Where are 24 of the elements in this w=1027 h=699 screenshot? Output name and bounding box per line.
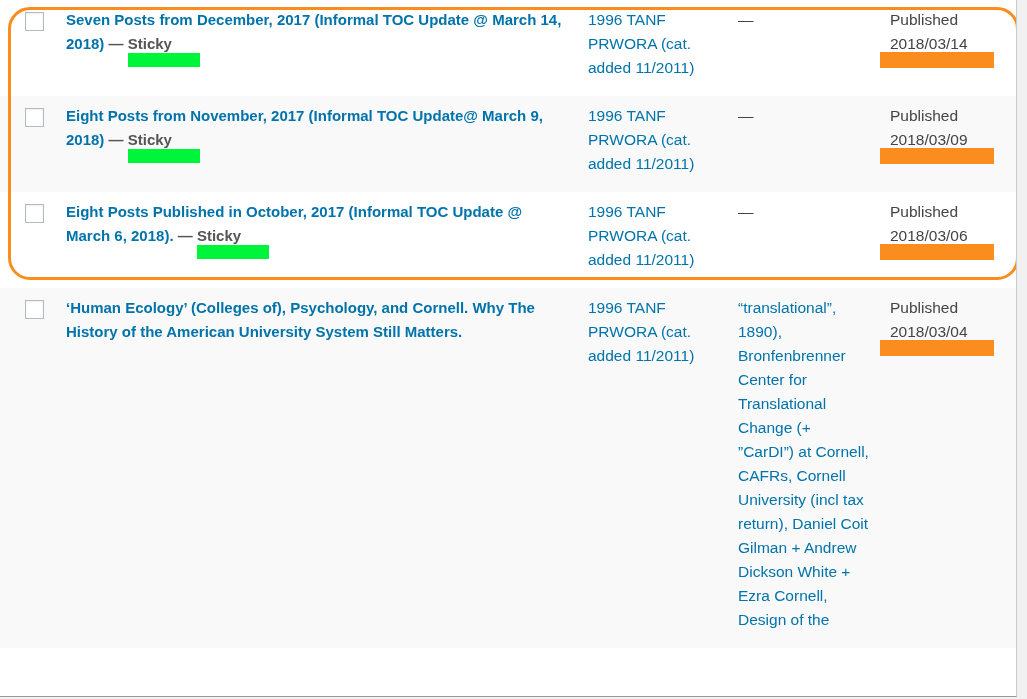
post-date: 2018/03/04	[890, 322, 969, 342]
post-status: Published	[890, 10, 960, 30]
post-date: 2018/03/09	[890, 130, 969, 150]
tags-text: —	[738, 10, 755, 30]
post-status: Published	[890, 202, 960, 222]
category-link[interactable]: 1996 TANF PRWORA (cat. added 11/2011)	[588, 8, 718, 80]
category-link[interactable]: 1996 TANF PRWORA (cat. added 11/2011)	[588, 104, 718, 176]
row-checkbox[interactable]	[25, 300, 44, 319]
tag-links[interactable]: “translational”, 1890), Bronfenbrenner Center for Translational Change (+ ”CarDI”) at Cornell, CAFRs, Cornell University (incl tax return), Daniel Coit Gilman + Andrew Dickson White + Ezra Cornell, Design of the	[738, 296, 870, 632]
tags-text: —	[738, 106, 755, 126]
post-status: Published	[890, 106, 960, 126]
row-checkbox[interactable]	[25, 108, 44, 127]
row-checkbox[interactable]	[25, 12, 44, 31]
post-title[interactable]: Eight Posts Published in October, 2017 (Informal TOC Update @ March 6, 2018). — Sticky	[66, 200, 568, 248]
post-title[interactable]: Eight Posts from November, 2017 (Informal TOC Update@ March 9, 2018) — Sticky	[66, 104, 568, 152]
category-link[interactable]: 1996 TANF PRWORA (cat. added 11/2011)	[588, 200, 718, 272]
tags-text: —	[738, 202, 755, 222]
post-date: 2018/03/06	[890, 226, 969, 246]
row-checkbox[interactable]	[25, 204, 44, 223]
post-title[interactable]: ‘Human Ecology’ (Colleges of), Psychology, and Cornell. Why The History of the American University System Still Matters.	[66, 296, 568, 344]
post-date: 2018/03/14	[890, 34, 969, 54]
post-title[interactable]: Seven Posts from December, 2017 (Informal TOC Update @ March 14, 2018) — Sticky	[66, 8, 568, 56]
category-link[interactable]: 1996 TANF PRWORA (cat. added 11/2011)	[588, 296, 718, 368]
post-status: Published	[890, 298, 960, 318]
